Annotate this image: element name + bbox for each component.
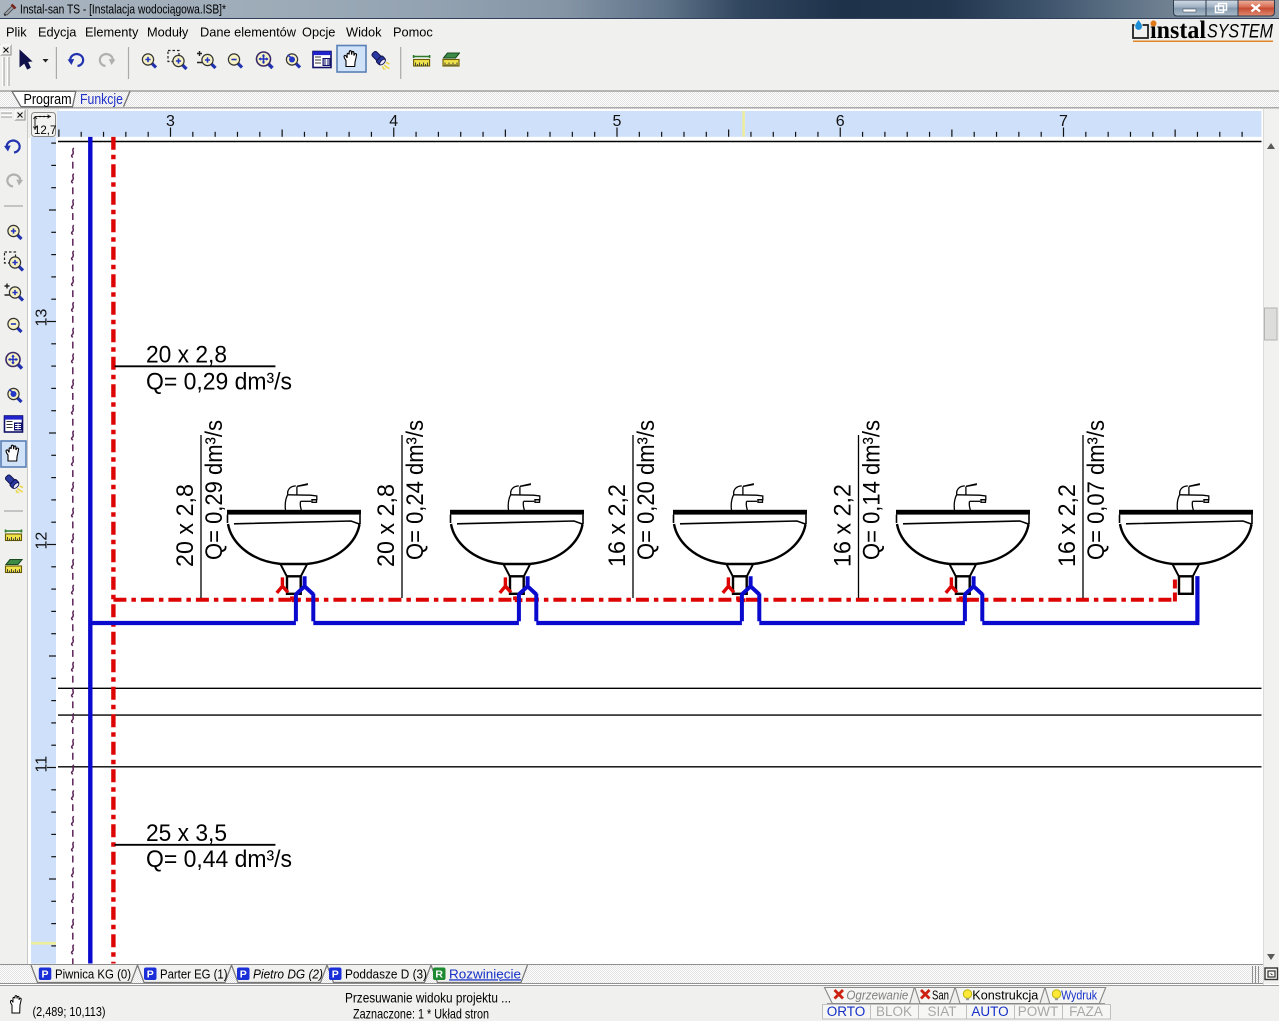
svg-text:San: San (932, 988, 949, 1003)
svg-text:Elementy: Elementy (85, 25, 139, 40)
svg-text:16 x 2,2: 16 x 2,2 (830, 484, 857, 567)
svg-text:Przesuwanie widoku projektu ..: Przesuwanie widoku projektu ... (345, 990, 511, 1006)
svg-text:20 x 2,8: 20 x 2,8 (373, 484, 400, 567)
svg-text:Plik: Plik (6, 25, 27, 40)
svg-text:Rozwinięcie: Rozwinięcie (449, 967, 521, 981)
svg-text:16 x 2,2: 16 x 2,2 (1054, 484, 1081, 567)
svg-text:Poddasze D (3): Poddasze D (3) (345, 967, 427, 981)
svg-text:Parter EG (1): Parter EG (1) (160, 967, 228, 981)
svg-text:11: 11 (34, 756, 51, 773)
svg-text:P: P (332, 968, 339, 980)
svg-text:Ogrzewanie: Ogrzewanie (846, 988, 908, 1003)
svg-text:Wydruk: Wydruk (1061, 988, 1097, 1003)
svg-text:instal: instal (1150, 19, 1206, 43)
svg-text:R: R (435, 968, 443, 980)
svg-text:SYSTEM: SYSTEM (1207, 22, 1273, 43)
svg-text:25 x 3,5: 25 x 3,5 (146, 820, 227, 847)
svg-text:P: P (147, 968, 154, 980)
svg-text:ORTO: ORTO (827, 1004, 866, 1019)
svg-text:Piwnica KG (0): Piwnica KG (0) (55, 967, 131, 981)
svg-text:Konstrukcja: Konstrukcja (972, 988, 1039, 1003)
svg-text:20 x 2,8: 20 x 2,8 (146, 342, 227, 369)
svg-text:Funkcje: Funkcje (80, 92, 123, 108)
svg-text:(2,489; 10,113): (2,489; 10,113) (33, 1005, 106, 1019)
svg-text:Zaznaczone: 1 * Układ stron: Zaznaczone: 1 * Układ stron (353, 1006, 489, 1022)
svg-text:7: 7 (1059, 113, 1068, 130)
svg-text:BLOK: BLOK (876, 1004, 912, 1019)
svg-text:Q= 0,24 dm³/s: Q= 0,24 dm³/s (402, 420, 429, 560)
svg-text:Q= 0,29 dm³/s: Q= 0,29 dm³/s (201, 420, 228, 560)
svg-text:12,7: 12,7 (34, 125, 56, 137)
svg-text:3: 3 (166, 113, 175, 130)
svg-text:Q= 0,29 dm³/s: Q= 0,29 dm³/s (146, 369, 292, 396)
svg-text:13: 13 (34, 309, 51, 327)
svg-text:Instal-san TS - [Instalacja wo: Instal-san TS - [Instalacja wodociągowa.… (20, 3, 226, 17)
svg-text:Pomoc: Pomoc (393, 25, 433, 40)
svg-text:16 x 2,2: 16 x 2,2 (604, 484, 631, 567)
svg-text:P: P (240, 968, 247, 980)
svg-text:Dane elementów: Dane elementów (200, 25, 297, 40)
svg-text:SIAT: SIAT (927, 1004, 956, 1019)
svg-text:Pietro DG (2): Pietro DG (2) (253, 967, 323, 981)
svg-text:Edycja: Edycja (38, 25, 77, 40)
svg-text:P: P (41, 968, 48, 980)
svg-text:12: 12 (34, 532, 51, 550)
svg-text:Q= 0,20 dm³/s: Q= 0,20 dm³/s (633, 420, 660, 560)
svg-text:AUTO: AUTO (971, 1004, 1008, 1019)
svg-text:5: 5 (613, 113, 622, 130)
svg-text:FAZA: FAZA (1069, 1004, 1103, 1019)
svg-text:POWT: POWT (1018, 1004, 1059, 1019)
svg-text:Moduły: Moduły (147, 25, 189, 40)
svg-text:6: 6 (836, 113, 845, 130)
svg-text:4: 4 (389, 113, 398, 130)
svg-text:Q= 0,14 dm³/s: Q= 0,14 dm³/s (859, 420, 886, 560)
svg-text:Q= 0,44 dm³/s: Q= 0,44 dm³/s (146, 846, 292, 873)
svg-text:Widok: Widok (346, 25, 382, 40)
svg-text:20 x 2,8: 20 x 2,8 (172, 484, 199, 567)
svg-text:Program: Program (24, 92, 72, 108)
svg-text:Q= 0,07 dm³/s: Q= 0,07 dm³/s (1083, 420, 1110, 560)
svg-text:Opcje: Opcje (302, 25, 335, 40)
